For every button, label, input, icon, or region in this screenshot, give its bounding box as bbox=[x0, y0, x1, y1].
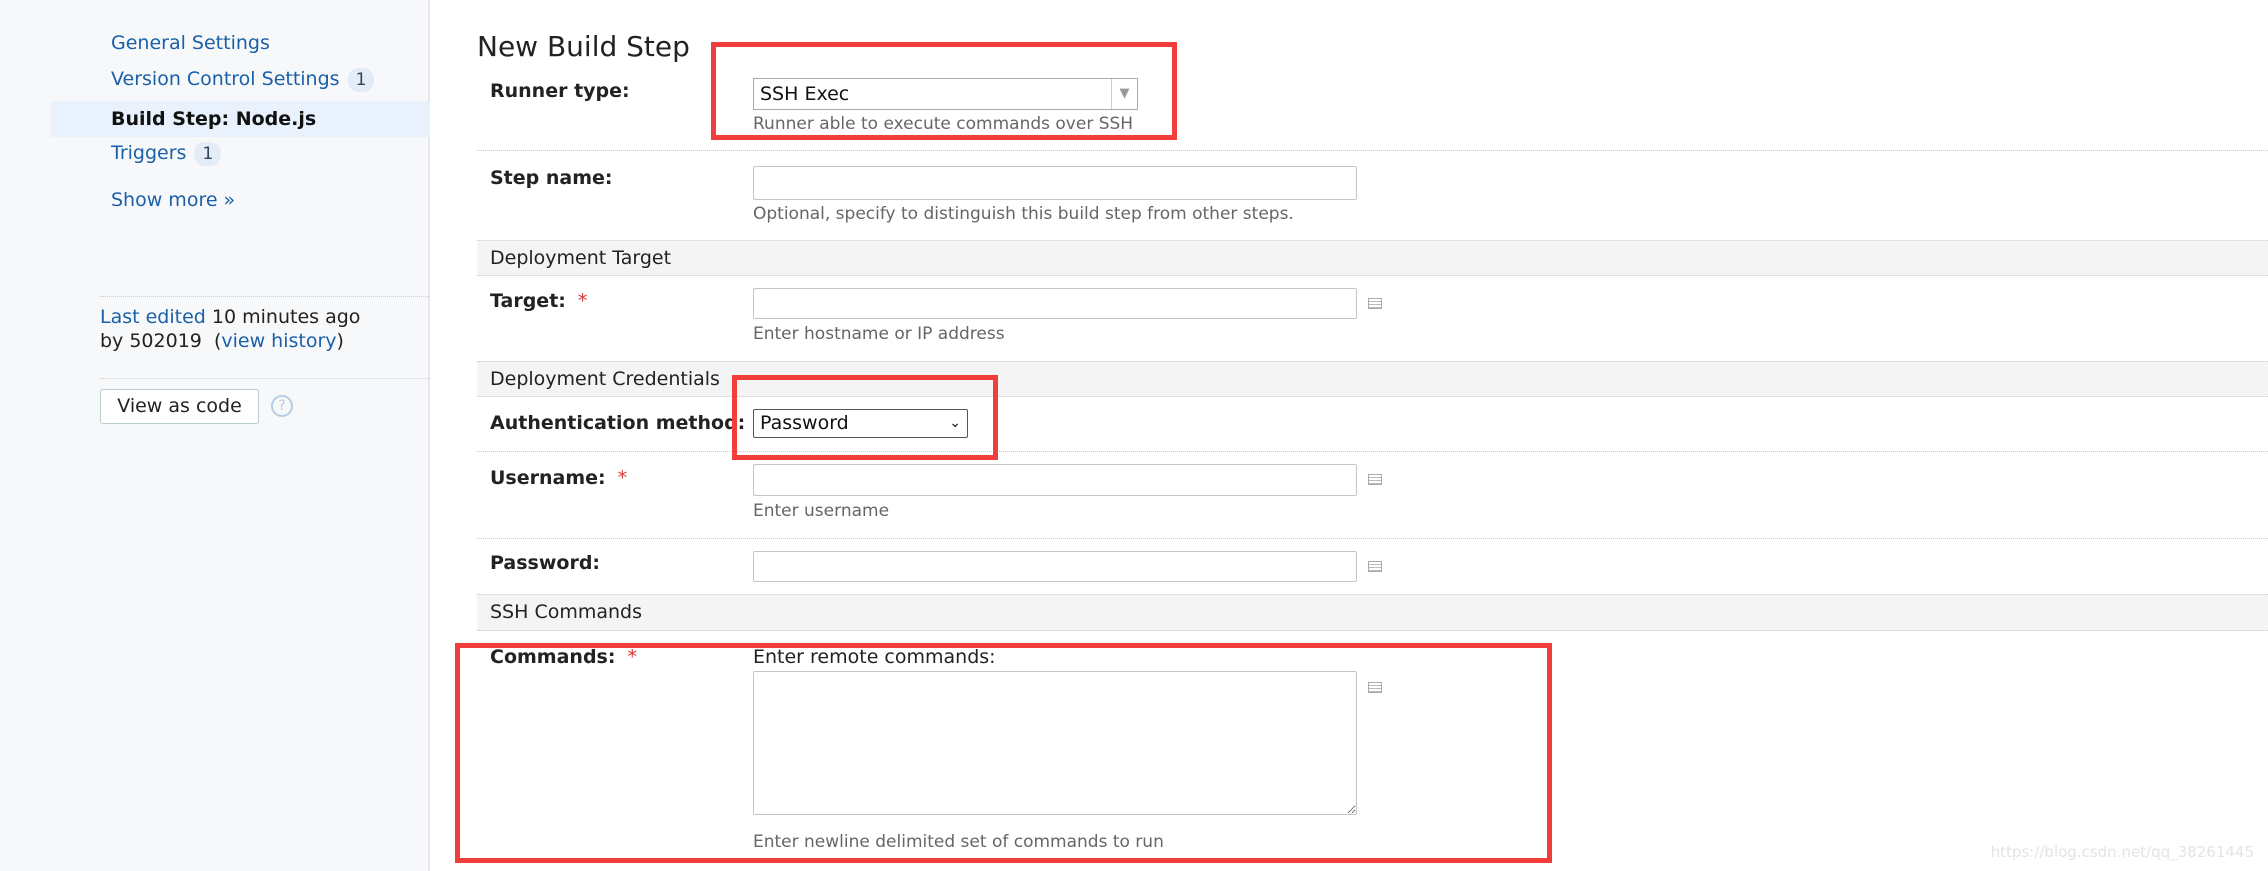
show-more-link[interactable]: Show more » bbox=[111, 189, 235, 211]
target-label-text: Target: bbox=[490, 290, 566, 312]
count-badge: 1 bbox=[194, 142, 222, 166]
required-marker: * bbox=[617, 467, 628, 489]
password-input[interactable] bbox=[753, 551, 1357, 582]
password-label: Password: bbox=[490, 552, 601, 574]
edited-by: by 502019 bbox=[100, 330, 202, 352]
section-deployment-target: Deployment Target bbox=[477, 240, 2268, 276]
sidebar-item-label: Build Step: Node.js bbox=[111, 108, 317, 130]
step-name-hint: Optional, specify to distinguish this bu… bbox=[753, 204, 1294, 224]
divider bbox=[100, 378, 430, 379]
sidebar-item-label: General Settings bbox=[111, 32, 270, 54]
target-input[interactable] bbox=[753, 288, 1357, 319]
page-title: New Build Step bbox=[477, 30, 690, 63]
runner-type-label: Runner type: bbox=[490, 80, 630, 102]
sidebar: General Settings Version Control Setting… bbox=[0, 0, 430, 871]
last-edited-link[interactable]: Last edited bbox=[100, 306, 206, 328]
divider bbox=[477, 538, 2268, 539]
last-edited-info: Last edited 10 minutes ago by 502019 (vi… bbox=[100, 306, 361, 352]
auth-method-label: Authentication method: bbox=[490, 412, 746, 434]
target-hint: Enter hostname or IP address bbox=[753, 324, 1005, 344]
divider bbox=[100, 296, 430, 297]
sidebar-item-triggers[interactable]: Triggers 1 bbox=[111, 142, 222, 166]
sidebar-item-version-control[interactable]: Version Control Settings 1 bbox=[111, 68, 375, 92]
section-ssh-commands: SSH Commands bbox=[477, 594, 2268, 631]
annotation-box-runner-type bbox=[711, 42, 1177, 140]
username-label-text: Username: bbox=[490, 467, 606, 489]
parameter-list-icon[interactable] bbox=[1368, 474, 1382, 485]
step-name-label: Step name: bbox=[490, 167, 613, 189]
annotation-box-commands bbox=[455, 643, 1552, 863]
view-history-link[interactable]: view history bbox=[221, 330, 336, 352]
step-name-input[interactable] bbox=[753, 166, 1357, 200]
annotation-box-auth-method bbox=[732, 375, 998, 460]
parameter-list-icon[interactable] bbox=[1368, 298, 1382, 309]
watermark: https://blog.csdn.net/qq_38261445 bbox=[1990, 843, 2254, 861]
sidebar-item-general-settings[interactable]: General Settings bbox=[111, 32, 270, 54]
sidebar-item-build-step[interactable]: Build Step: Node.js bbox=[51, 101, 430, 137]
required-marker: * bbox=[577, 290, 588, 312]
parameter-list-icon[interactable] bbox=[1368, 561, 1382, 572]
count-badge: 1 bbox=[347, 68, 375, 92]
help-icon[interactable]: ? bbox=[271, 395, 293, 417]
divider bbox=[477, 150, 2268, 151]
sidebar-item-label: Version Control Settings bbox=[111, 68, 340, 90]
username-hint: Enter username bbox=[753, 501, 890, 521]
last-edited-time: 10 minutes ago bbox=[211, 306, 361, 328]
view-as-code-button[interactable]: View as code bbox=[100, 389, 259, 424]
username-input[interactable] bbox=[753, 464, 1357, 496]
username-label: Username: * bbox=[490, 467, 627, 489]
target-label: Target: * bbox=[490, 290, 587, 312]
sidebar-item-label: Triggers bbox=[111, 142, 187, 164]
